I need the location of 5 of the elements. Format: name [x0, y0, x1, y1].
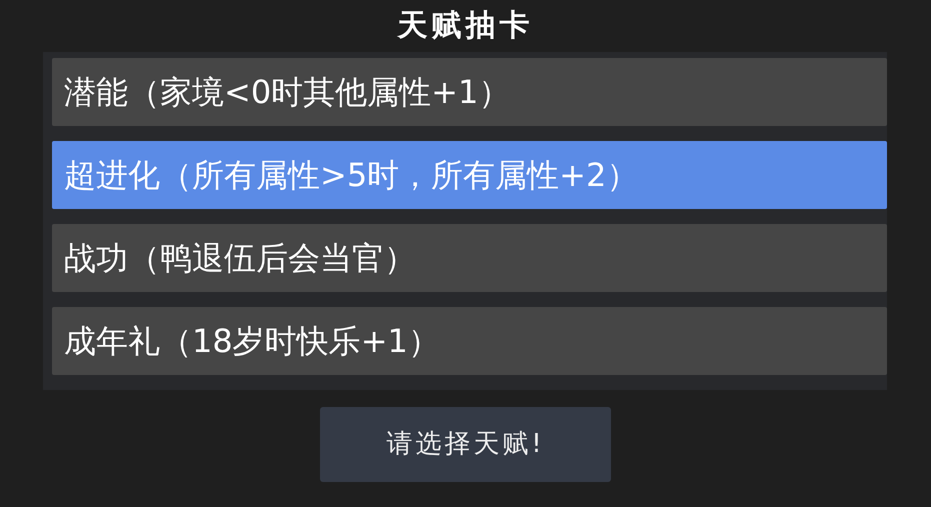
talent-option[interactable]: 潜能（家境<0时其他属性+1）	[52, 58, 887, 126]
talent-option[interactable]: 战功（鸭退伍后会当官）	[52, 224, 887, 292]
talent-option[interactable]: 成年礼（18岁时快乐+1）	[52, 307, 887, 375]
choose-talent-button[interactable]: 请选择天赋!	[320, 407, 611, 482]
page-title: 天赋抽卡	[396, 7, 534, 45]
